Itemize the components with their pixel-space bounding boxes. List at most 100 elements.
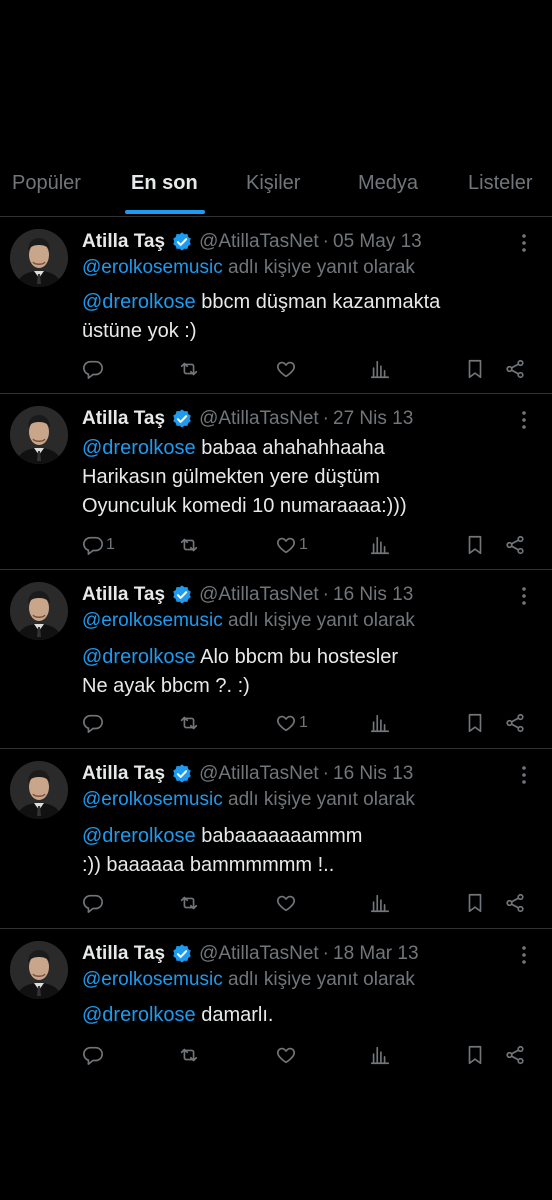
reply-button[interactable] <box>82 1043 104 1067</box>
like-button[interactable] <box>275 357 297 381</box>
views-button[interactable] <box>369 533 391 557</box>
bookmark-button[interactable] <box>464 533 486 557</box>
reply-icon <box>83 894 103 913</box>
avatar[interactable] <box>10 941 68 999</box>
share-icon <box>506 713 524 733</box>
share-button[interactable] <box>504 891 526 915</box>
like-icon <box>277 895 295 912</box>
bookmark-button[interactable] <box>464 1043 486 1067</box>
mention-link[interactable]: @drerolkose <box>82 1004 196 1026</box>
reply-mention-link[interactable]: @erolkosemusic <box>82 969 223 990</box>
like-icon <box>277 715 295 732</box>
tweet-text: @drerolkose Alo bbcm bu hostesler Ne aya… <box>82 643 532 701</box>
avatar[interactable] <box>10 761 68 819</box>
mention-link[interactable]: @drerolkose <box>82 437 196 459</box>
author-name[interactable]: Atilla Taş <box>82 231 165 253</box>
tweet-text-line: Alo bbcm bu hostesler <box>195 646 399 668</box>
bookmark-button[interactable] <box>464 357 486 381</box>
views-button[interactable] <box>369 357 391 381</box>
author-handle[interactable]: @AtillaTasNet <box>199 943 319 965</box>
profile-photo <box>10 229 68 287</box>
tweet-item[interactable]: Atilla Taş @AtillaTasNet · 16 Nis 13 @er… <box>0 749 552 929</box>
retweet-button[interactable] <box>178 357 200 381</box>
tweet-date[interactable]: 16 Nis 13 <box>333 763 413 785</box>
views-button[interactable] <box>369 711 391 735</box>
reply-button[interactable] <box>82 891 104 915</box>
share-button[interactable] <box>504 533 526 557</box>
tweet-date[interactable]: 16 Nis 13 <box>333 584 413 606</box>
author-name[interactable]: Atilla Taş <box>82 408 165 430</box>
reply-button[interactable] <box>82 357 104 381</box>
retweet-icon <box>180 716 198 730</box>
share-button[interactable] <box>504 711 526 735</box>
reply-mention-link[interactable]: @erolkosemusic <box>82 257 223 278</box>
more-options-icon[interactable] <box>514 943 534 967</box>
retweet-icon <box>180 896 198 910</box>
author-name[interactable]: Atilla Taş <box>82 943 165 965</box>
tweet-actions: 11 <box>82 533 532 557</box>
tweet-text: @drerolkose damarlı. <box>82 1001 532 1030</box>
like-button[interactable]: 1 <box>275 533 308 557</box>
verified-badge-icon <box>171 231 193 253</box>
like-button[interactable] <box>275 891 297 915</box>
tweet-item[interactable]: Atilla Taş @AtillaTasNet · 16 Nis 13 @er… <box>0 570 552 749</box>
profile-photo <box>10 941 68 999</box>
tab-medya[interactable]: Medya <box>358 172 418 195</box>
retweet-button[interactable] <box>178 1043 200 1067</box>
tweet-date[interactable]: 27 Nis 13 <box>333 408 413 430</box>
verified-badge-icon <box>171 763 193 785</box>
retweet-button[interactable] <box>178 533 200 557</box>
avatar[interactable] <box>10 582 68 640</box>
reply-button[interactable]: 1 <box>82 533 115 557</box>
tab-populer[interactable]: Popüler <box>12 172 81 195</box>
views-button[interactable] <box>369 1043 391 1067</box>
mention-link[interactable]: @drerolkose <box>82 825 196 847</box>
more-options-icon[interactable] <box>514 408 534 432</box>
retweet-button[interactable] <box>178 891 200 915</box>
bookmark-button[interactable] <box>464 711 486 735</box>
tweet-actions <box>82 357 532 381</box>
author-handle[interactable]: @AtillaTasNet <box>199 763 319 785</box>
share-icon <box>506 359 524 379</box>
tweet-text-line: damarlı. <box>195 1004 274 1026</box>
more-options-icon[interactable] <box>514 584 534 608</box>
mention-link[interactable]: @drerolkose <box>82 291 196 313</box>
share-button[interactable] <box>504 357 526 381</box>
author-handle[interactable]: @AtillaTasNet <box>199 584 319 606</box>
reply-button[interactable] <box>82 711 104 735</box>
tweet-text-line: babaa ahahahhaaha <box>195 437 385 459</box>
avatar[interactable] <box>10 229 68 287</box>
tweet-item[interactable]: Atilla Taş @AtillaTasNet · 05 May 13 @er… <box>0 217 552 394</box>
verified-badge-icon <box>171 943 193 965</box>
tweet-date[interactable]: 05 May 13 <box>333 231 422 253</box>
tweet-item[interactable]: Atilla Taş @AtillaTasNet · 18 Mar 13 @er… <box>0 929 552 1089</box>
retweet-button[interactable] <box>178 711 200 735</box>
reply-mention-link[interactable]: @erolkosemusic <box>82 610 223 631</box>
tab-listeler[interactable]: Listeler <box>468 172 532 195</box>
more-options-icon[interactable] <box>514 763 534 787</box>
author-handle[interactable]: @AtillaTasNet <box>199 408 319 430</box>
tweet-header: Atilla Taş @AtillaTasNet · 16 Nis 13 <box>82 759 512 789</box>
author-name[interactable]: Atilla Taş <box>82 763 165 785</box>
separator-dot: · <box>322 763 329 784</box>
reply-icon <box>83 1046 103 1065</box>
author-handle[interactable]: @AtillaTasNet <box>199 231 319 253</box>
author-name[interactable]: Atilla Taş <box>82 584 165 606</box>
share-button[interactable] <box>504 1043 526 1067</box>
mention-link[interactable]: @drerolkose <box>82 646 196 668</box>
reply-context-text: adlı kişiye yanıt olarak <box>222 610 415 631</box>
more-options-icon[interactable] <box>514 231 534 255</box>
avatar[interactable] <box>10 406 68 464</box>
like-button[interactable] <box>275 1043 297 1067</box>
reply-mention-link[interactable]: @erolkosemusic <box>82 789 223 810</box>
like-button[interactable]: 1 <box>275 711 308 735</box>
tweet-item[interactable]: Atilla Taş @AtillaTasNet · 27 Nis 13 @dr… <box>0 394 552 570</box>
retweet-icon <box>180 1048 198 1062</box>
separator-dot: · <box>322 231 329 252</box>
reply-icon <box>83 714 103 733</box>
bookmark-button[interactable] <box>464 891 486 915</box>
views-button[interactable] <box>369 891 391 915</box>
tweet-date[interactable]: 18 Mar 13 <box>333 943 419 965</box>
tab-kisiler[interactable]: Kişiler <box>246 172 300 195</box>
tab-en-son[interactable]: En son <box>131 172 198 195</box>
